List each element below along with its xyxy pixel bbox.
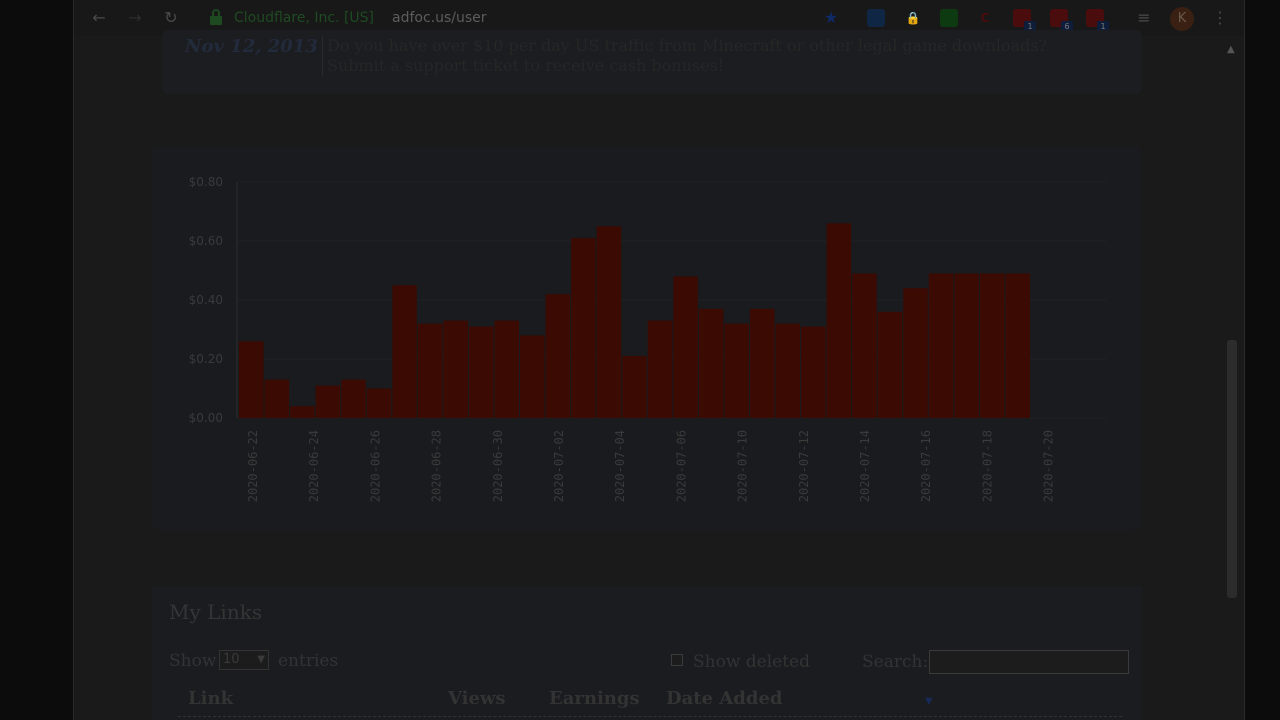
sort-desc-icon[interactable]: ▼ [925, 696, 933, 707]
chart-bar [724, 323, 749, 418]
browser-window: ← → ↻ Cloudflare, Inc. [US] adfoc.us/use… [73, 0, 1245, 720]
chart-bar [571, 238, 596, 418]
y-tick-label: $0.80 [189, 175, 223, 189]
chart-bar [315, 385, 341, 418]
chart-bar [928, 273, 954, 418]
chart-bar [494, 320, 520, 418]
earnings-chart: $0.00 $0.20 $0.40 $0.60 $0.80 2020-06-22 2020-… [189, 175, 1106, 502]
back-arrow-icon[interactable]: ← [89, 8, 109, 28]
column-header-earnings[interactable]: Earnings [549, 688, 640, 709]
chart-bar [596, 226, 622, 418]
x-tick-label: 2020-06-22 [246, 430, 260, 502]
chart-bar [954, 273, 979, 418]
lock-icon [210, 9, 222, 25]
notice-line-2: Submit a support ticket to receive cash … [327, 56, 725, 75]
extension-three-icon[interactable]: 1 [1086, 9, 1109, 32]
more-menu-icon[interactable]: ⋮ [1212, 8, 1228, 27]
table-header-divider [178, 716, 1122, 717]
x-tick-label: 2020-07-04 [613, 430, 627, 502]
chart-bar [801, 326, 826, 418]
x-tick-label: 2020-07-16 [919, 430, 933, 502]
y-tick-label: $0.00 [189, 411, 223, 425]
chart-bar [775, 323, 801, 418]
chart-bar [417, 323, 443, 418]
notice-panel: Nov 12, 2013 Do you have over $10 per da… [162, 30, 1142, 94]
show-deleted-checkbox[interactable] [671, 654, 683, 666]
chevron-down-icon: ▼ [257, 654, 265, 665]
shield-extension-icon[interactable] [867, 9, 885, 27]
page-size-value: 10 [223, 652, 240, 667]
my-links-panel: My Links Show 10 ▼ entries Show deleted … [152, 586, 1142, 720]
chart-bar [647, 320, 673, 418]
notice-line-1: Do you have over $10 per day US traffic … [327, 36, 1048, 55]
earnings-chart-panel: $0.00 $0.20 $0.40 $0.60 $0.80 2020-06-22 2020-… [152, 146, 1142, 530]
column-header-date-added[interactable]: Date Added [666, 688, 782, 709]
chart-bar [520, 335, 545, 418]
chart-bar [443, 320, 468, 418]
bookmark-star-icon[interactable]: ★ [821, 8, 841, 28]
reload-icon[interactable]: ↻ [161, 8, 181, 28]
x-tick-label: 2020-07-14 [858, 430, 872, 502]
show-deleted-label[interactable]: Show deleted [693, 652, 810, 672]
scrollbar-thumb[interactable] [1227, 340, 1237, 598]
x-tick-label: 2020-07-20 [1042, 430, 1056, 502]
x-tick-label: 2020-06-30 [491, 430, 505, 502]
chart-bar [877, 311, 903, 418]
column-header-link[interactable]: Link [188, 688, 233, 709]
show-label: Show [169, 651, 217, 671]
y-tick-label: $0.60 [189, 234, 223, 248]
chart-bar [852, 273, 877, 418]
chart-bar [1005, 273, 1030, 418]
x-tick-label: 2020-06-26 [368, 430, 382, 502]
chart-bar [749, 308, 775, 418]
chart-bar [698, 308, 724, 418]
search-label: Search: [862, 652, 929, 672]
chart-bar [673, 276, 698, 418]
scroll-up-arrow-icon[interactable]: ▲ [1227, 44, 1235, 55]
chart-bar [468, 326, 494, 418]
extension-two-icon[interactable]: 6 [1050, 9, 1073, 32]
chart-bar [545, 294, 571, 418]
x-tick-label: 2020-07-02 [552, 430, 566, 502]
chart-bar [239, 341, 264, 418]
chart-bar [341, 379, 366, 418]
column-header-views[interactable]: Views [448, 688, 506, 709]
chart-bar [903, 288, 928, 418]
notice-date: Nov 12, 2013 [185, 36, 318, 57]
x-tick-label: 2020-06-24 [307, 430, 321, 502]
playlist-icon[interactable]: ≡ [1134, 8, 1154, 28]
search-input[interactable] [929, 650, 1129, 674]
c-extension-icon[interactable]: C [976, 9, 994, 27]
chart-bar [290, 406, 315, 418]
chart-bar [366, 388, 392, 418]
x-tick-label: 2020-06-28 [430, 430, 444, 502]
chart-bar [826, 223, 852, 418]
lock-extension-icon[interactable]: 🔒 [904, 9, 922, 27]
forward-arrow-icon[interactable]: → [125, 8, 145, 28]
x-tick-label: 2020-07-18 [980, 430, 994, 502]
address-bar[interactable]: adfoc.us/user [392, 10, 487, 26]
x-tick-label: 2020-07-12 [797, 430, 811, 502]
chart-bar [622, 356, 647, 418]
x-tick-label: 2020-07-10 [736, 430, 750, 502]
section-title: My Links [169, 600, 263, 624]
x-tick-label: 2020-07-06 [674, 430, 688, 502]
notice-text: Do you have over $10 per day US traffic … [322, 36, 1047, 76]
chart-bar [979, 273, 1005, 418]
extension-one-icon[interactable]: 1 [1013, 9, 1036, 32]
y-tick-label: $0.40 [189, 293, 223, 307]
entries-label: entries [278, 651, 339, 671]
grid-extension-icon[interactable] [940, 9, 958, 27]
chart-bar [392, 285, 417, 418]
site-identity[interactable]: Cloudflare, Inc. [US] [234, 10, 374, 26]
profile-avatar[interactable]: K [1170, 7, 1194, 31]
y-tick-label: $0.20 [189, 352, 223, 366]
page-size-select[interactable]: 10 ▼ [219, 650, 269, 670]
chart-bar [264, 379, 290, 418]
